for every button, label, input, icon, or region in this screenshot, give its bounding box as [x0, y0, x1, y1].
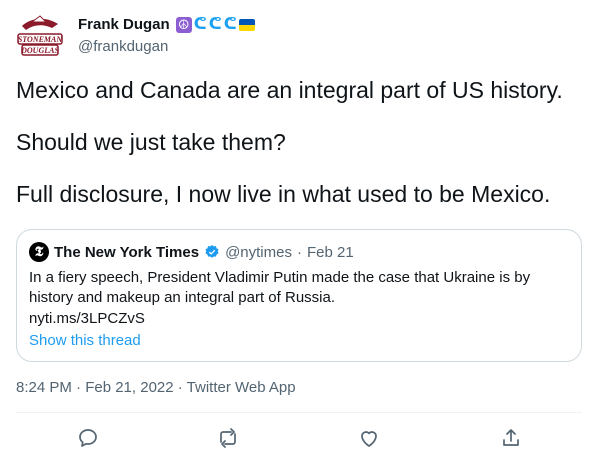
profile-badges: ☮ ᕦ ᕦ ᕦ — [175, 15, 255, 33]
author-handle[interactable]: @frankdugan — [78, 38, 168, 55]
quoted-date: Feb 21 — [306, 243, 354, 261]
author-name-row: Frank Dugan ☮ ᕦ ᕦ ᕦ — [78, 16, 255, 33]
quoted-tweet-header: 𝕿 The New York Times @nytimes · Feb 21 — [29, 242, 354, 262]
show-thread-link[interactable]: Show this thread — [29, 332, 141, 349]
tweet-meta: 8:24 PM · Feb 21, 2022 · Twitter Web App — [16, 379, 296, 396]
retweet-icon[interactable] — [216, 426, 240, 450]
tweet-paragraph: Mexico and Canada are an integral part o… — [16, 77, 563, 103]
peace-symbol-icon: ☮ — [175, 16, 192, 33]
separator-dot: · — [296, 243, 302, 261]
quoted-author-handle: @nytimes — [225, 243, 292, 261]
tweet-paragraph: Full disclosure, I now live in what used… — [16, 181, 551, 207]
wave-icon: ᕦ — [208, 15, 222, 33]
nyt-logo-icon: 𝕿 — [29, 242, 49, 262]
wave-icon: ᕦ — [193, 15, 207, 33]
action-bar — [0, 426, 598, 450]
quoted-tweet[interactable]: 𝕿 The New York Times @nytimes · Feb 21 I… — [16, 229, 582, 362]
svg-text:STONEMAN: STONEMAN — [18, 35, 64, 44]
author-name[interactable]: Frank Dugan — [78, 16, 170, 33]
like-icon[interactable] — [357, 426, 381, 450]
ukraine-flag-icon — [238, 18, 255, 31]
verified-badge-icon — [205, 245, 219, 258]
tweet-header: STONEMAN DOUGLAS Frank Dugan ☮ ᕦ ᕦ ᕦ @fr… — [16, 12, 576, 60]
avatar[interactable]: STONEMAN DOUGLAS — [16, 12, 64, 60]
quoted-tweet-text: In a fiery speech, President Vladimir Pu… — [29, 269, 531, 306]
wave-icon: ᕦ — [223, 15, 237, 33]
quoted-author-name: The New York Times — [54, 243, 200, 261]
divider — [16, 412, 582, 413]
tweet-text: Mexico and Canada are an integral part o… — [16, 76, 582, 232]
tweet-paragraph: Should we just take them? — [16, 129, 286, 155]
share-icon[interactable] — [499, 426, 523, 450]
quoted-tweet-link[interactable]: nyti.ms/3LPCZvS — [29, 310, 145, 327]
reply-icon[interactable] — [76, 426, 100, 450]
svg-text:DOUGLAS: DOUGLAS — [20, 46, 59, 55]
